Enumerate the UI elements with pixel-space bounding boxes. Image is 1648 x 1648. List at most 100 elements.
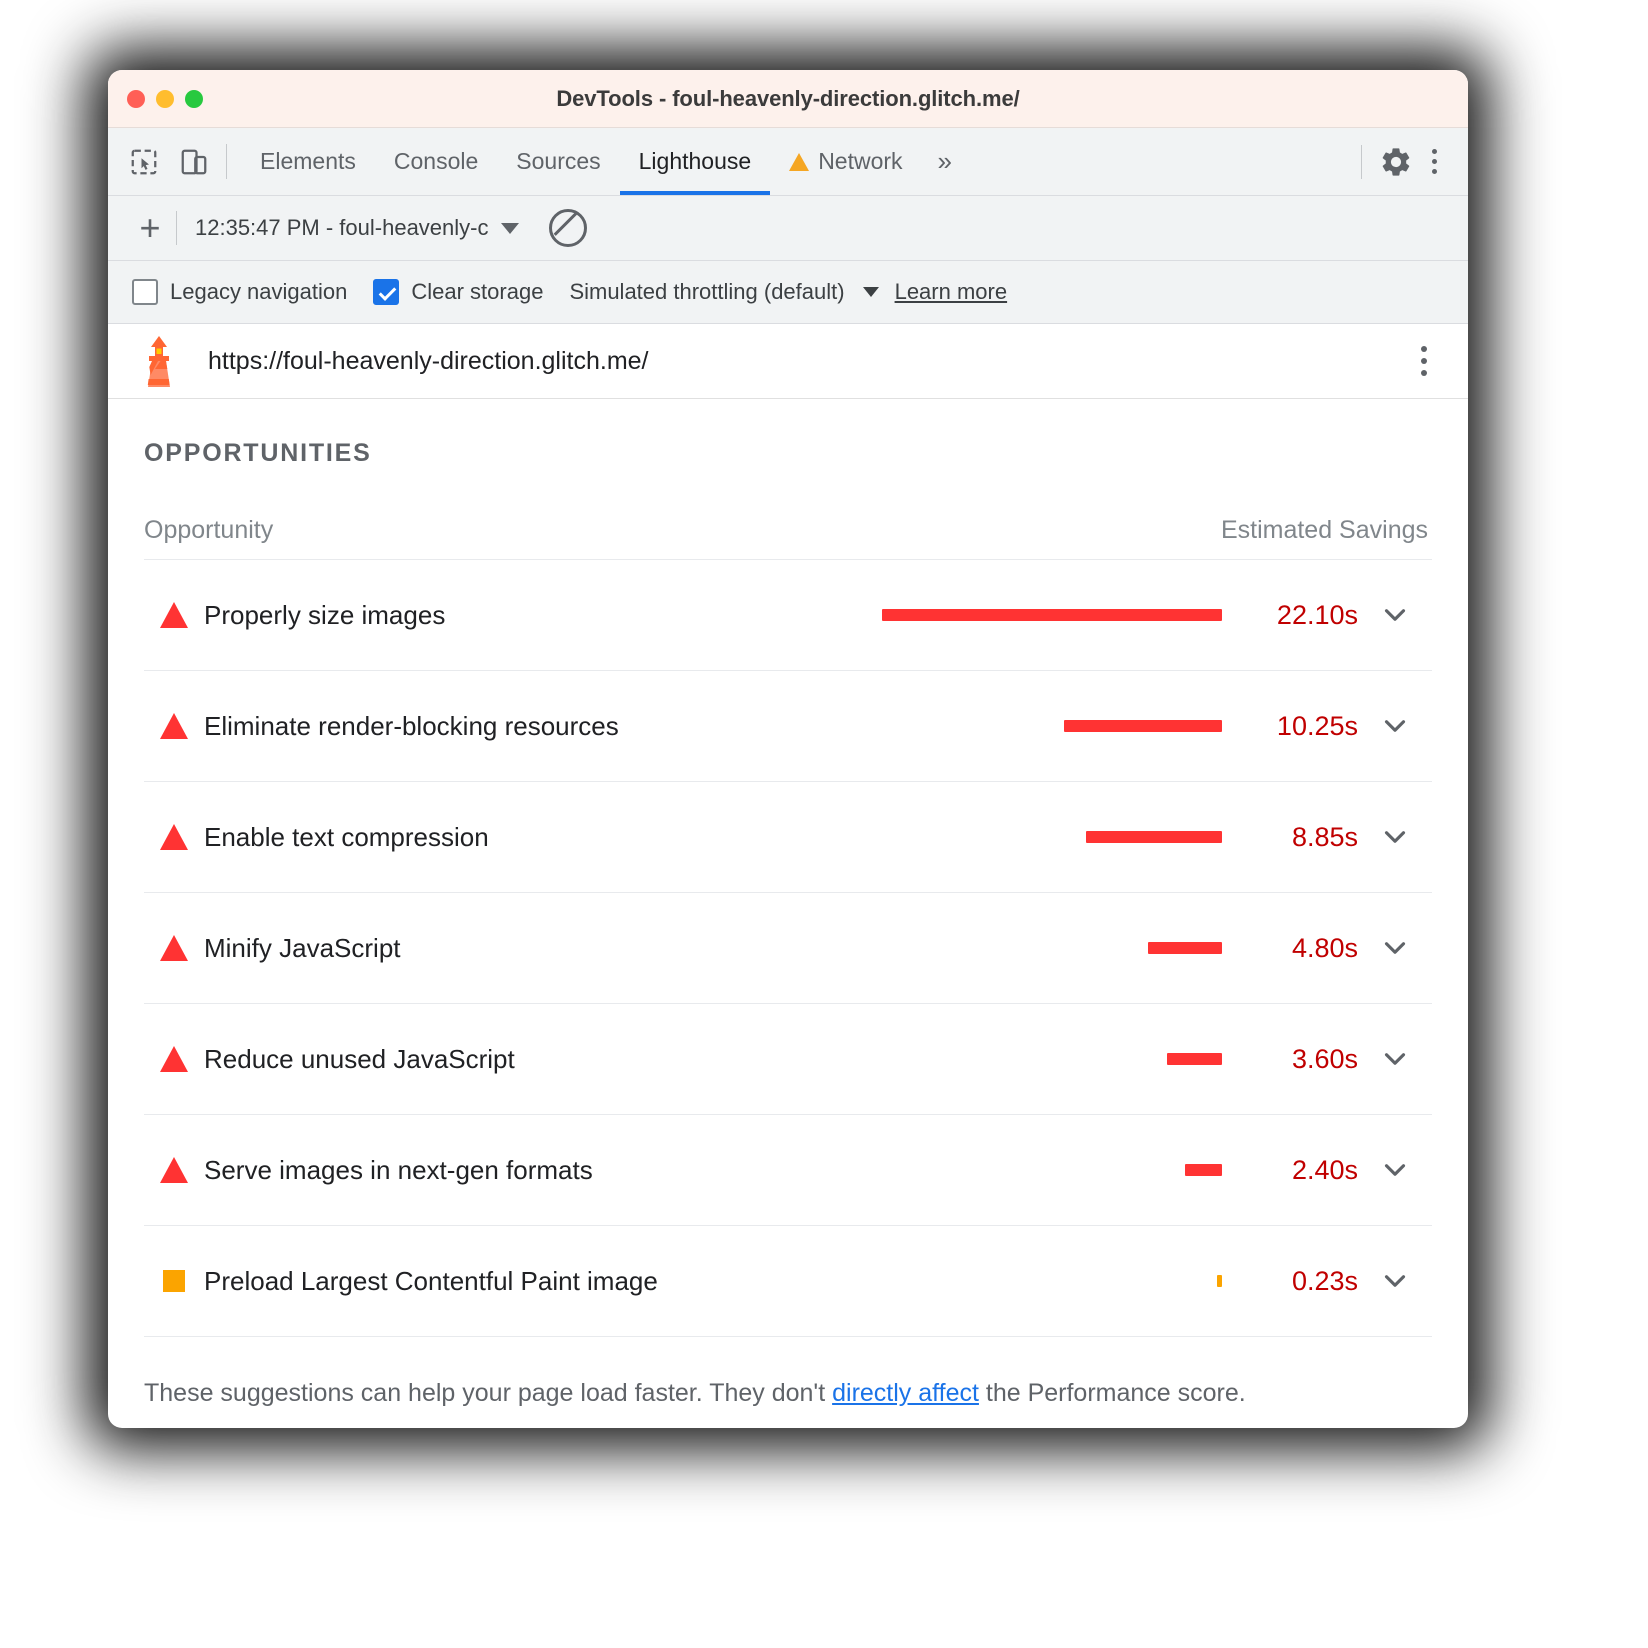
chevron-down-icon[interactable] [1358, 1153, 1432, 1187]
severity-cell [144, 1046, 204, 1072]
opportunity-row[interactable]: Reduce unused JavaScript 3.60s [144, 1004, 1432, 1115]
legacy-navigation-label: Legacy navigation [170, 279, 347, 305]
opportunity-label: Minify JavaScript [204, 933, 838, 964]
legacy-navigation-checkbox[interactable] [132, 279, 158, 305]
more-tabs-button[interactable]: » [922, 128, 968, 195]
column-header-opportunity: Opportunity [144, 516, 1221, 545]
savings-bar [1148, 942, 1222, 954]
tabbar-right-icons [1355, 128, 1468, 195]
tab-network-label: Network [818, 148, 902, 175]
savings-bar [1217, 1275, 1222, 1287]
chevron-down-icon[interactable] [1358, 709, 1432, 743]
severity-cell [144, 935, 204, 961]
savings-bar [1185, 1164, 1222, 1176]
warning-triangle-icon [789, 153, 809, 171]
inspect-cursor-icon[interactable] [126, 144, 162, 180]
tab-network[interactable]: Network [770, 128, 921, 195]
tabbar-right-divider [1361, 145, 1362, 179]
directly-affect-link[interactable]: directly affect [832, 1379, 979, 1407]
report-url: https://foul-heavenly-direction.glitch.m… [208, 347, 649, 376]
severity-cell [144, 824, 204, 850]
report-url-header: https://foul-heavenly-direction.glitch.m… [108, 324, 1468, 399]
lighthouse-runbar: + 12:35:47 PM - foul-heavenly-c [108, 196, 1468, 261]
clear-storage-checkbox[interactable] [373, 279, 399, 305]
throttling-label: Simulated throttling (default) [569, 279, 844, 305]
savings-bar-cell [838, 1164, 1238, 1176]
kebab-menu-icon[interactable] [1414, 142, 1454, 182]
savings-value: 3.60s [1238, 1044, 1358, 1075]
devtools-tabbar: Elements Console Sources Lighthouse Netw… [108, 128, 1468, 196]
legacy-navigation-option[interactable]: Legacy navigation [132, 279, 347, 305]
opportunity-row[interactable]: Serve images in next-gen formats2.40s [144, 1115, 1432, 1226]
severity-triangle-icon [160, 824, 188, 850]
chevron-down-icon[interactable] [1358, 1264, 1432, 1298]
savings-value: 4.80s [1238, 933, 1358, 964]
no-entry-icon[interactable] [549, 209, 587, 247]
lighthouse-icon [136, 335, 182, 387]
severity-cell [144, 1270, 204, 1292]
tab-console-label: Console [394, 148, 478, 175]
report-kebab-dot-3 [1421, 370, 1427, 376]
opportunity-label: Reduce unused JavaScript [204, 1044, 838, 1075]
tab-lighthouse[interactable]: Lighthouse [620, 128, 771, 195]
savings-bar [1086, 831, 1222, 843]
savings-bar-cell [838, 1053, 1238, 1065]
opportunities-footnote: These suggestions can help your page loa… [144, 1337, 1432, 1408]
chevron-down-icon [501, 223, 519, 234]
kebab-dot-1 [1432, 149, 1437, 154]
chevron-down-icon[interactable] [1358, 598, 1432, 632]
opportunity-label: Eliminate render-blocking resources [204, 711, 838, 742]
tab-console[interactable]: Console [375, 128, 497, 195]
report-menu-kebab-icon[interactable] [1404, 339, 1444, 383]
savings-value: 22.10s [1238, 600, 1358, 631]
clear-storage-label: Clear storage [411, 279, 543, 305]
tabbar-divider [226, 144, 227, 179]
throttling-chevron-down-icon[interactable] [863, 287, 879, 297]
tab-elements-label: Elements [260, 148, 356, 175]
opportunity-row[interactable]: Minify JavaScript 4.80s [144, 893, 1432, 1004]
severity-triangle-icon [160, 935, 188, 961]
opportunity-label: Properly size images [204, 600, 838, 631]
tab-elements[interactable]: Elements [241, 128, 375, 195]
savings-value: 0.23s [1238, 1266, 1358, 1297]
severity-triangle-icon [160, 602, 188, 628]
report-kebab-dot-1 [1421, 346, 1427, 352]
savings-bar-cell [838, 1275, 1238, 1287]
chevron-down-icon[interactable] [1358, 820, 1432, 854]
opportunity-row[interactable]: Eliminate render-blocking resources10.25… [144, 671, 1432, 782]
run-select-label: 12:35:47 PM - foul-heavenly-c [195, 215, 489, 241]
savings-bar [1167, 1053, 1222, 1065]
opportunity-label: Serve images in next-gen formats [204, 1155, 838, 1186]
column-header-savings: Estimated Savings [1221, 516, 1432, 545]
footnote-suffix: the Performance score. [979, 1379, 1246, 1407]
opportunities-table-header: Opportunity Estimated Savings [144, 468, 1432, 560]
opportunity-row[interactable]: Properly size images 22.10s [144, 560, 1432, 671]
opportunity-label: Preload Largest Contentful Paint image [204, 1266, 838, 1297]
window-titlebar: DevTools - foul-heavenly-direction.glitc… [108, 70, 1468, 128]
tab-lighthouse-label: Lighthouse [639, 148, 752, 175]
clear-storage-option[interactable]: Clear storage [373, 279, 543, 305]
chevron-down-icon[interactable] [1358, 1042, 1432, 1076]
severity-triangle-icon [160, 713, 188, 739]
device-toggle-icon[interactable] [176, 144, 212, 180]
chevron-down-icon[interactable] [1358, 931, 1432, 965]
savings-bar-cell [838, 942, 1238, 954]
savings-bar-cell [838, 720, 1238, 732]
savings-bar-cell [838, 831, 1238, 843]
opportunity-row[interactable]: Preload Largest Contentful Paint image 0.… [144, 1226, 1432, 1337]
opportunities-section-title: OPPORTUNITIES [144, 399, 1432, 468]
severity-cell [144, 1157, 204, 1183]
learn-more-link[interactable]: Learn more [895, 279, 1008, 305]
tab-sources[interactable]: Sources [497, 128, 619, 195]
new-report-button[interactable]: + [128, 210, 172, 246]
kebab-dot-2 [1432, 159, 1437, 164]
lighthouse-options-bar: Legacy navigation Clear storage Simulate… [108, 261, 1468, 324]
opportunity-label: Enable text compression [204, 822, 838, 853]
tab-sources-label: Sources [516, 148, 600, 175]
devtools-window: DevTools - foul-heavenly-direction.glitc… [108, 70, 1468, 1428]
run-select[interactable]: 12:35:47 PM - foul-heavenly-c [195, 215, 519, 241]
runbar-divider [176, 211, 177, 245]
gear-icon[interactable] [1378, 144, 1414, 180]
opportunity-row[interactable]: Enable text compression8.85s [144, 782, 1432, 893]
opportunities-rows: Properly size images 22.10s Eliminate rend… [144, 560, 1432, 1337]
